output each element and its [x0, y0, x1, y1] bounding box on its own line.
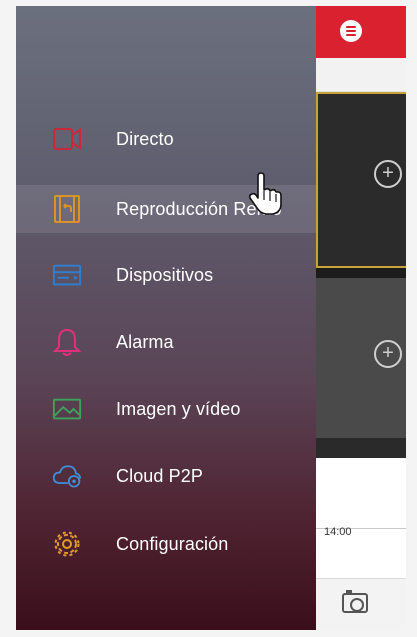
video-pane-3[interactable] [316, 438, 406, 458]
timeline-time-label: 14:00 [324, 526, 352, 538]
menu-item-dispositivos[interactable]: Dispositivos [16, 251, 316, 299]
menu-item-cloud-p2p[interactable]: Cloud P2P [16, 452, 316, 500]
screenshot-frame: + + 14:00 Directo Reproducción Remo Disp… [0, 0, 417, 637]
app-header [316, 6, 406, 58]
cloud-icon [52, 461, 82, 491]
menu-item-label: Directo [116, 128, 174, 149]
menu-item-label: Imagen y vídeo [116, 398, 241, 419]
menu-item-directo[interactable]: Directo [16, 115, 316, 163]
menu-item-label: Alarma [116, 331, 174, 352]
menu-item-label: Cloud P2P [116, 465, 203, 486]
menu-icon[interactable] [340, 20, 362, 42]
playback-film-icon [52, 194, 82, 224]
menu-item-configuracion[interactable]: Configuración [16, 520, 316, 568]
snapshot-camera-icon[interactable] [342, 590, 368, 613]
dvr-device-icon [52, 260, 82, 290]
bell-icon [52, 327, 82, 357]
pane-divider [316, 268, 406, 278]
add-camera-icon[interactable]: + [374, 160, 402, 188]
add-camera-icon[interactable]: + [374, 340, 402, 368]
image-icon [52, 394, 82, 424]
playback-timeline[interactable] [316, 458, 406, 576]
main-app-view: + + 14:00 [316, 6, 406, 630]
live-video-icon [52, 124, 82, 154]
app-subheader [316, 58, 406, 92]
phone-screen: + + 14:00 Directo Reproducción Remo Disp… [16, 6, 406, 630]
menu-item-label: Configuración [116, 533, 229, 554]
menu-item-label: Dispositivos [116, 264, 214, 285]
hand-cursor-icon [248, 172, 282, 215]
gear-icon [52, 529, 82, 559]
menu-item-alarma[interactable]: Alarma [16, 318, 316, 366]
navigation-drawer: Directo Reproducción Remo Dispositivos A… [16, 6, 316, 630]
bottom-toolbar [316, 578, 406, 630]
menu-item-imagen-y-video[interactable]: Imagen y vídeo [16, 385, 316, 433]
